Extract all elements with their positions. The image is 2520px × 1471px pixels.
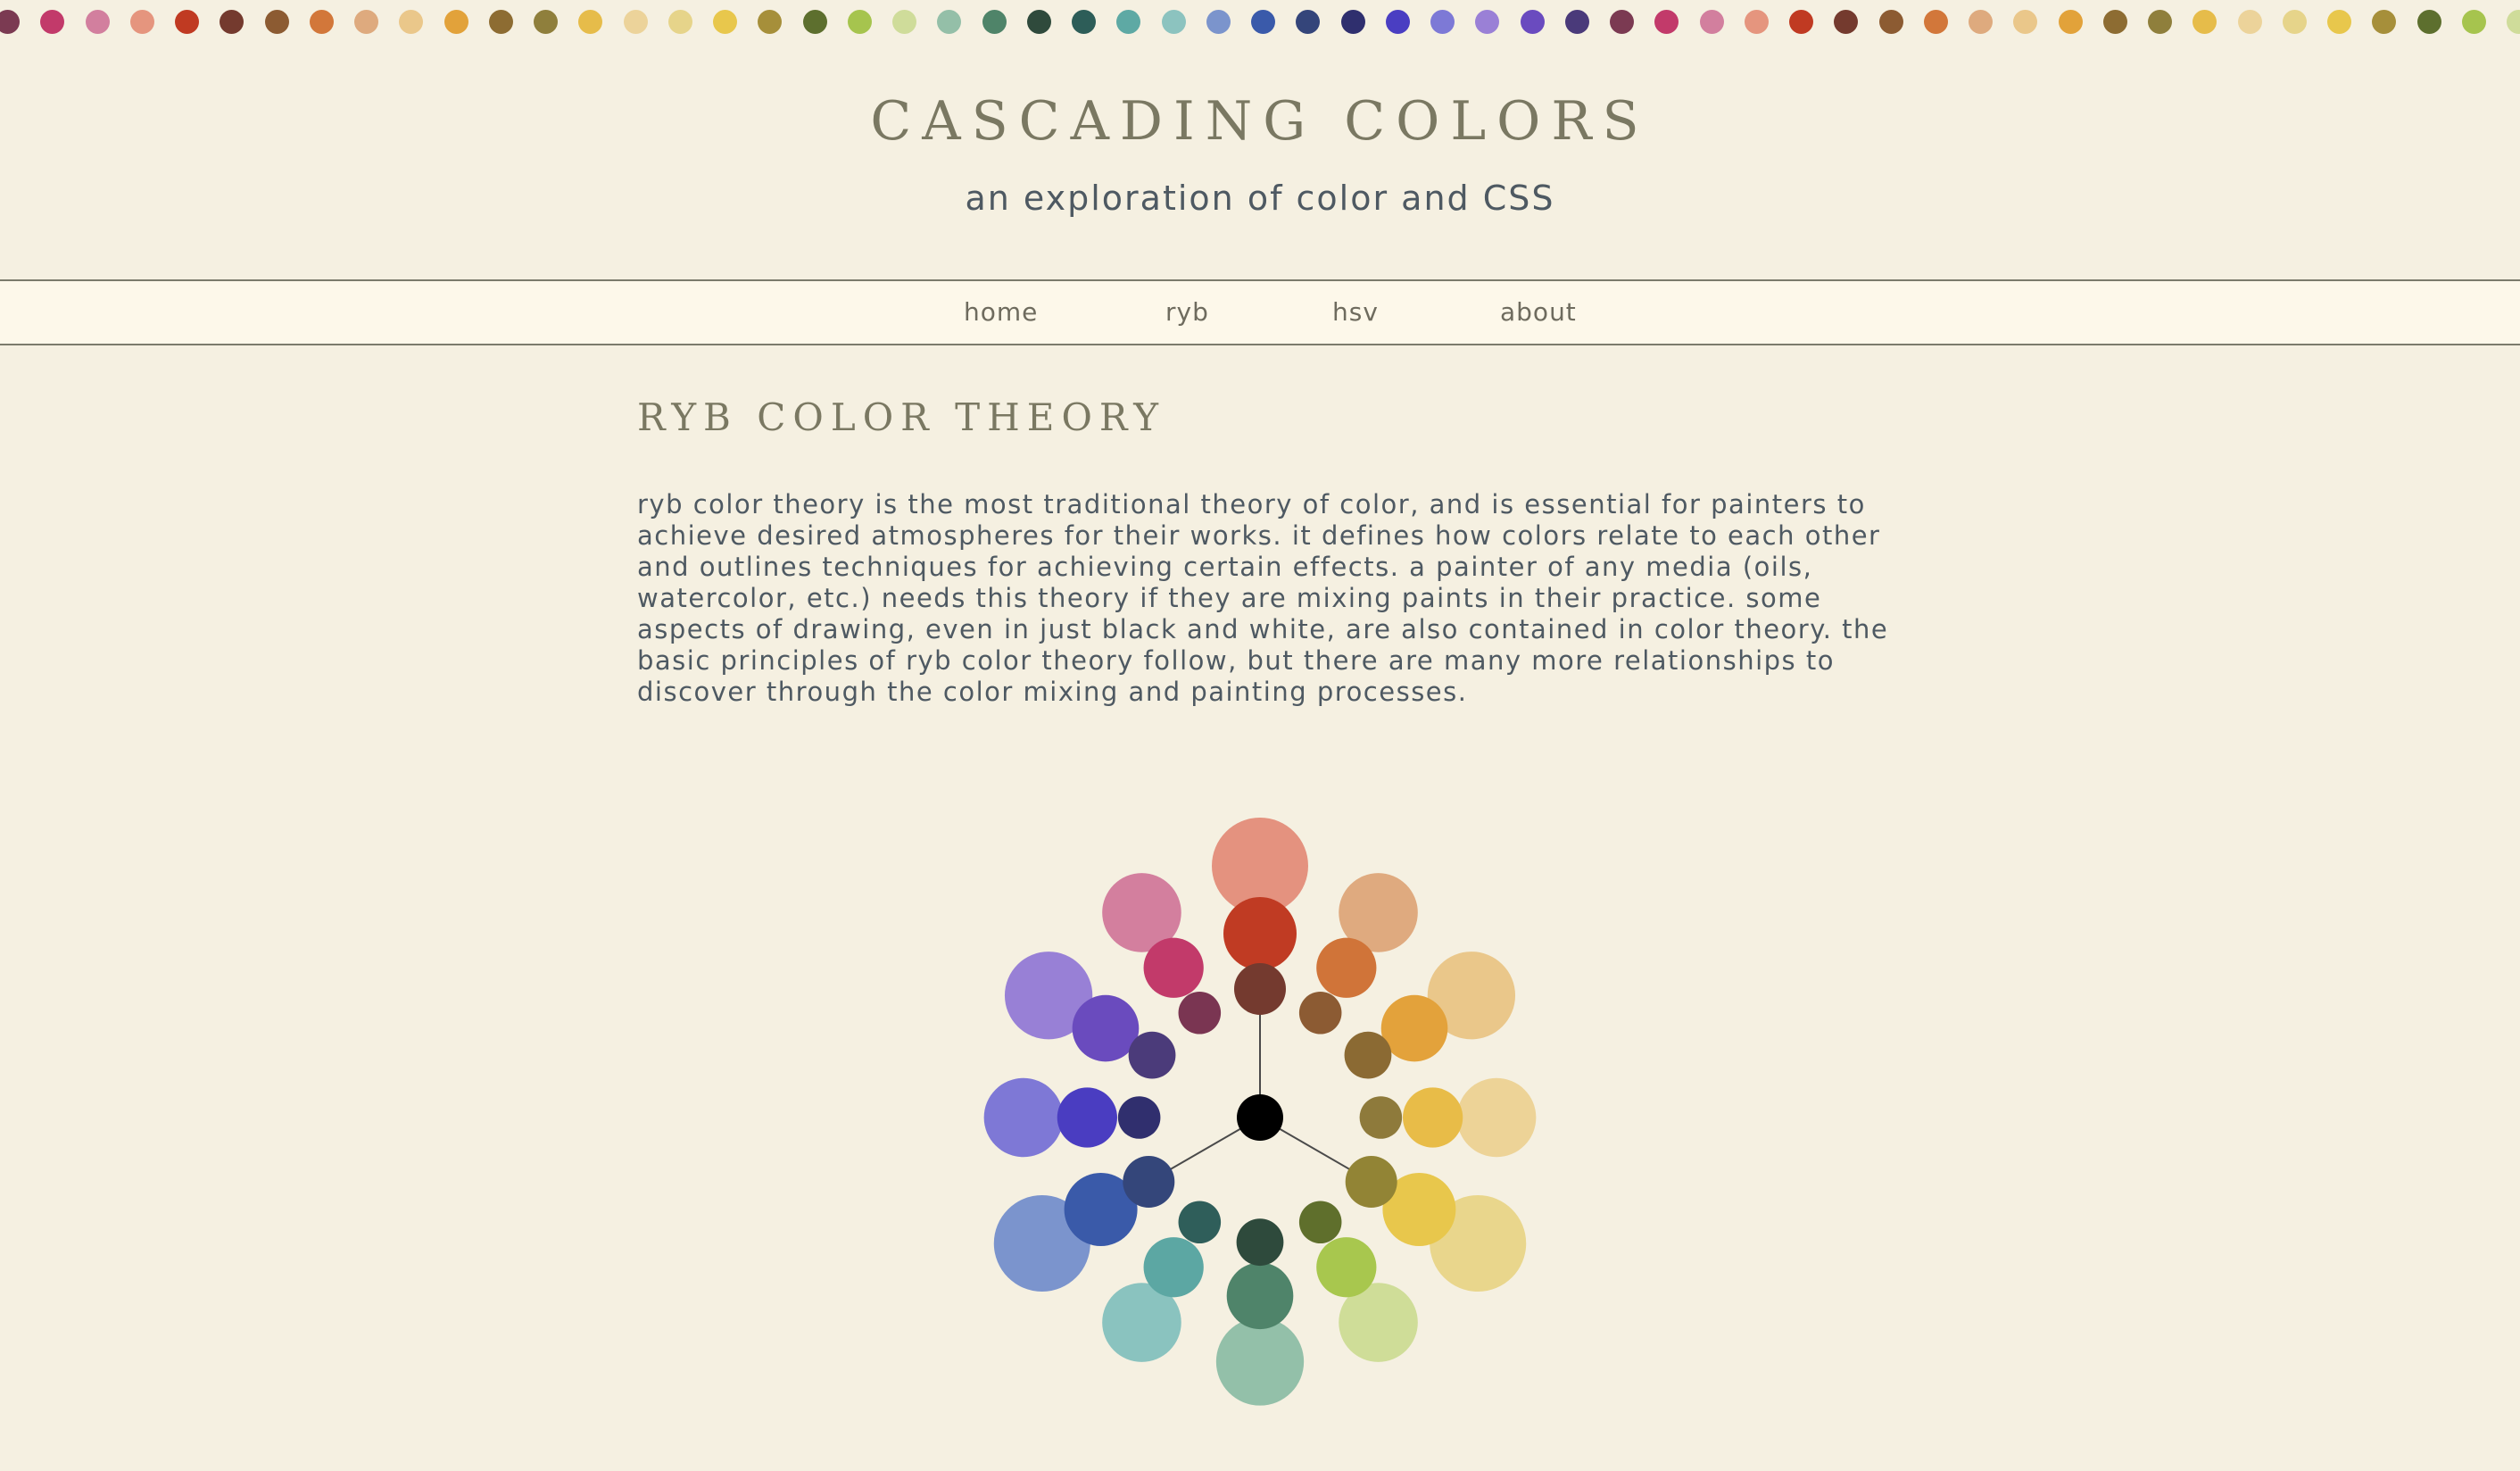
palette-dot bbox=[129, 10, 154, 34]
palette-dot bbox=[802, 10, 827, 34]
palette-dot bbox=[264, 10, 289, 34]
color-dot-strip bbox=[0, 0, 2520, 45]
wheel-center-dot bbox=[1237, 1094, 1283, 1141]
palette-dot bbox=[1072, 10, 1096, 34]
palette-dot bbox=[758, 10, 783, 34]
wheel-swatch-shade bbox=[1298, 1201, 1342, 1244]
palette-dot bbox=[85, 10, 110, 34]
nav-link-hsv[interactable]: hsv bbox=[1332, 295, 1379, 329]
palette-dot bbox=[309, 10, 334, 34]
wheel-swatch-shade bbox=[1178, 1201, 1222, 1244]
palette-dot bbox=[2013, 10, 2038, 34]
palette-dot bbox=[1789, 10, 1813, 34]
wheel-swatch-tint bbox=[983, 1077, 1064, 1158]
wheel-swatch-shade bbox=[1234, 963, 1286, 1015]
wheel-swatch-shade bbox=[1236, 1218, 1284, 1267]
wheel-swatch-shade bbox=[1178, 991, 1222, 1035]
section-body: ryb color theory is the most traditional… bbox=[637, 489, 1889, 707]
palette-dot bbox=[354, 10, 378, 34]
palette-dot bbox=[1161, 10, 1186, 34]
palette-dot bbox=[2058, 10, 2083, 34]
nav-link-about[interactable]: about bbox=[1500, 295, 1577, 329]
palette-dot bbox=[1296, 10, 1321, 34]
palette-dot bbox=[488, 10, 513, 34]
palette-dot bbox=[847, 10, 872, 34]
palette-dot bbox=[1923, 10, 1948, 34]
site-subtitle: an exploration of color and CSS bbox=[965, 179, 1555, 218]
wheel-swatch-tint bbox=[1456, 1077, 1537, 1158]
wheel-swatch-shade bbox=[1128, 1031, 1176, 1079]
palette-dot bbox=[2372, 10, 2397, 34]
palette-dot bbox=[399, 10, 424, 34]
palette-dot bbox=[1744, 10, 1769, 34]
palette-dot bbox=[892, 10, 916, 34]
palette-dot bbox=[443, 10, 468, 34]
palette-dot bbox=[534, 10, 558, 34]
palette-dot bbox=[2461, 10, 2486, 34]
wheel-swatch-tint bbox=[1215, 1317, 1305, 1406]
palette-dot bbox=[2148, 10, 2172, 34]
palette-dot bbox=[1385, 10, 1410, 34]
wheel-swatch-base bbox=[1143, 937, 1204, 998]
palette-dot bbox=[175, 10, 199, 34]
wheel-swatch-shade bbox=[1345, 1156, 1397, 1208]
palette-dot bbox=[1251, 10, 1275, 34]
palette-dot bbox=[2102, 10, 2127, 34]
wheel-swatch-base bbox=[1316, 1237, 1377, 1298]
palette-dot bbox=[623, 10, 648, 34]
palette-dot bbox=[1026, 10, 1051, 34]
palette-dot bbox=[982, 10, 1007, 34]
palette-dot bbox=[667, 10, 692, 34]
palette-dot bbox=[220, 10, 245, 34]
palette-dot bbox=[2193, 10, 2217, 34]
nav-link-home[interactable]: home bbox=[964, 295, 1038, 329]
palette-dot bbox=[2327, 10, 2351, 34]
wheel-swatch-shade bbox=[1117, 1096, 1161, 1139]
wheel-swatch-base bbox=[1143, 1237, 1204, 1298]
palette-dot bbox=[937, 10, 962, 34]
palette-dot bbox=[1564, 10, 1589, 34]
palette-dot bbox=[0, 10, 20, 34]
palette-dot bbox=[1699, 10, 1724, 34]
section-heading: RYB COLOR THEORY bbox=[637, 395, 1165, 439]
palette-dot bbox=[1116, 10, 1141, 34]
palette-dot bbox=[1206, 10, 1231, 34]
wheel-swatch-shade bbox=[1344, 1031, 1392, 1079]
palette-dot bbox=[1610, 10, 1634, 34]
palette-dot bbox=[578, 10, 603, 34]
palette-dot bbox=[2237, 10, 2262, 34]
palette-dot bbox=[1969, 10, 1993, 34]
palette-dot bbox=[713, 10, 737, 34]
wheel-swatch-base bbox=[1223, 897, 1297, 970]
palette-dot bbox=[1834, 10, 1859, 34]
wheel-swatch-shade bbox=[1359, 1096, 1403, 1139]
wheel-swatch-base bbox=[1403, 1087, 1463, 1148]
palette-dot bbox=[40, 10, 65, 34]
wheel-swatch-shade bbox=[1123, 1156, 1175, 1208]
palette-dot bbox=[1654, 10, 1679, 34]
palette-dot bbox=[2507, 10, 2520, 34]
palette-dot bbox=[2282, 10, 2307, 34]
wheel-swatch-shade bbox=[1298, 991, 1342, 1035]
wheel-swatch-base bbox=[1316, 937, 1377, 998]
palette-dot bbox=[2416, 10, 2441, 34]
palette-dot bbox=[1430, 10, 1455, 34]
palette-dot bbox=[1475, 10, 1500, 34]
site-title: CASCADING COLORS bbox=[870, 90, 1650, 153]
palette-dot bbox=[1878, 10, 1903, 34]
ryb-color-wheel bbox=[983, 818, 1537, 1406]
palette-dot bbox=[1340, 10, 1365, 34]
wheel-swatch-base bbox=[1057, 1087, 1117, 1148]
nav-bar: home ryb hsv about bbox=[0, 279, 2520, 345]
wheel-swatch-base bbox=[1226, 1262, 1294, 1330]
palette-dot bbox=[1520, 10, 1545, 34]
nav-link-ryb[interactable]: ryb bbox=[1165, 295, 1209, 329]
